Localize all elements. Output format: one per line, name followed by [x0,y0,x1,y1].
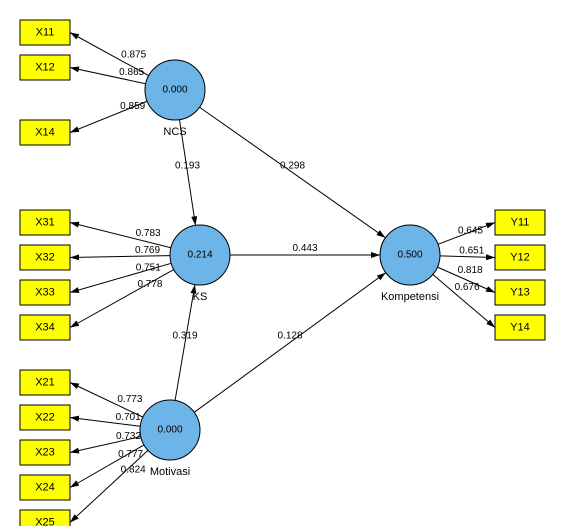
sem-diagram: 0.875 0.865 0.859 0.783 0.769 0.751 0.778 0.773… [0,0,564,526]
indicator-label: X21 [35,376,55,388]
latent-value: 0.000 [162,85,187,96]
indicator-label: X23 [35,446,55,458]
indicator-label: X31 [35,216,55,228]
indicator-label: X22 [35,411,55,423]
loading-label: 0.769 [135,245,160,256]
path-label: 0.443 [292,243,317,254]
indicator-label: X25 [35,516,55,526]
path-edge [200,107,386,238]
latent-label: NCS [163,126,186,138]
latent-value: 0.214 [187,250,212,261]
path-label: 0.128 [277,331,302,342]
loading-label: 0.783 [136,228,161,239]
loading-label: 0.651 [459,245,484,256]
indicator-label: X24 [35,481,55,493]
path-label: 0.298 [280,161,305,172]
latent-label: Motivasi [150,466,190,478]
loading-label: 0.875 [121,50,146,61]
indicator-label: X11 [36,26,55,38]
loading-label: 0.859 [120,101,145,112]
loading-label: 0.865 [119,67,144,78]
latent-value: 0.000 [157,425,182,436]
loading-label: 0.676 [455,282,480,293]
loading-label: 0.778 [137,279,162,290]
path-label: 0.193 [175,161,200,172]
latent-label: KS [193,291,208,303]
latent-label: Kompetensi [381,291,439,303]
loading-label: 0.751 [136,263,161,274]
loading-label: 0.701 [116,412,141,423]
latent-value: 0.500 [397,250,422,261]
path-edge [194,273,386,413]
loading-edge [70,450,148,522]
indicator-label: Y12 [510,251,530,263]
loading-label: 0.818 [458,265,483,276]
loading-label: 0.773 [117,394,142,405]
loading-label: 0.732 [116,431,141,442]
path-label: 0.319 [172,331,197,342]
indicator-label: X14 [35,126,55,138]
loading-label: 0.645 [458,226,483,237]
indicator-label: Y11 [511,216,530,228]
indicator-label: X33 [35,286,55,298]
indicator-label: X12 [35,61,55,73]
indicator-label: Y14 [510,321,530,333]
loading-label: 0.824 [121,465,146,476]
indicator-label: X32 [35,251,55,263]
indicator-label: Y13 [510,286,530,298]
indicator-label: X34 [35,321,55,333]
